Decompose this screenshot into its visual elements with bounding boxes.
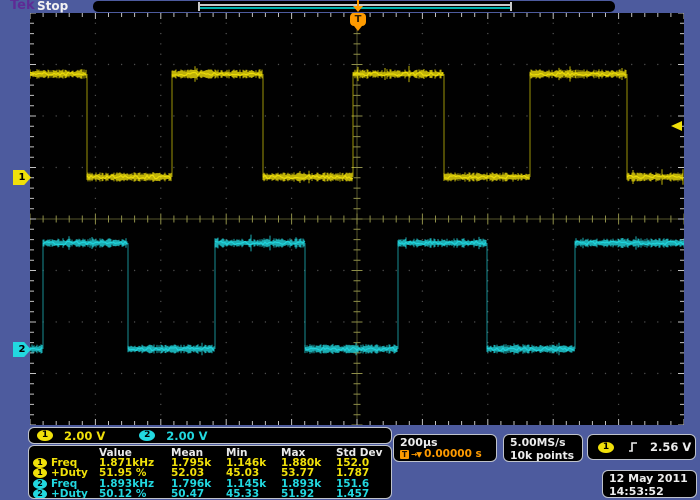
- waveform-svg: [30, 13, 684, 425]
- rising-edge-icon: [628, 441, 638, 453]
- delay-readout: 0.00000 s: [424, 449, 482, 460]
- measure-min: 45.33: [226, 489, 281, 499]
- measure-max: 51.92: [281, 489, 336, 499]
- measure-max: 53.77: [281, 468, 336, 478]
- ch1-badge: 1: [33, 458, 47, 468]
- channel-scale-bar: 1 2.00 V 2 2.00 V: [28, 427, 392, 444]
- acquisition-status: Stop: [37, 0, 68, 13]
- time-readout: 14:53:52: [609, 485, 696, 498]
- tek-logo: Tek: [10, 0, 35, 13]
- oscilloscope-screen: Tek Stop T 1 2 1 2.00 V 2 2.00 V Value M…: [0, 0, 700, 500]
- ch1-scale-readout: 2.00 V: [64, 429, 105, 443]
- trigger-source-badge: 1: [598, 442, 614, 453]
- trigger-flag-tip: [354, 26, 362, 31]
- table-row: 2 +Duty 50.12 % 50.47 45.33 51.92 1.457: [33, 489, 391, 499]
- measure-mean: 52.03: [171, 468, 226, 478]
- trigger-flag-label: T: [355, 14, 362, 25]
- ch1-ground-marker: 1: [13, 170, 31, 185]
- ch2-scale-readout: 2.00 V: [166, 429, 207, 443]
- timebase-box: 200µs T →▼ 0.00000 s: [393, 434, 497, 462]
- ch2-badge: 2: [33, 489, 47, 499]
- ch1-badge: 1: [33, 468, 47, 478]
- trigger-position-arrow-icon: [352, 0, 364, 12]
- graticule: T: [30, 13, 684, 425]
- record-window-bracket-right: [510, 2, 512, 11]
- ch2-badge: 2: [33, 479, 47, 489]
- delay-arrows-icon: →▼: [411, 449, 421, 460]
- ch1-badge: 1: [37, 430, 53, 441]
- trigger-position-flag: T: [350, 13, 366, 26]
- record-window-bracket-left: [198, 2, 200, 11]
- measure-value: 51.95 %: [99, 468, 171, 478]
- measure-min: 45.03: [226, 468, 281, 478]
- trigger-box: 1 2.56 V: [587, 434, 696, 460]
- measure-name: +Duty: [51, 468, 88, 478]
- trigger-level-readout: 2.56 V: [650, 440, 691, 454]
- ch1-marker-label: 1: [19, 172, 26, 183]
- acquisition-box: 5.00MS/s 10k points: [503, 434, 583, 462]
- date-readout: 12 May 2011: [609, 472, 696, 485]
- delay-line: T →▼ 0.00000 s: [400, 449, 496, 460]
- measure-name: +Duty: [51, 489, 88, 499]
- measurement-table: Value Mean Min Max Std Dev 1Freq 1.871kH…: [28, 445, 392, 499]
- measure-stddev: 1.787: [336, 468, 391, 478]
- trigger-delay-icon: T: [400, 450, 409, 459]
- sample-rate-readout: 5.00MS/s: [510, 436, 582, 449]
- measure-stddev: 1.457: [336, 489, 391, 499]
- ch2-badge: 2: [139, 430, 155, 441]
- trigger-level-arrow: [671, 121, 682, 131]
- ch2-ground-marker: 2: [13, 342, 31, 357]
- measure-mean: 50.47: [171, 489, 226, 499]
- datetime-box: 12 May 2011 14:53:52: [602, 470, 697, 498]
- ch2-marker-label: 2: [19, 344, 26, 355]
- measure-value: 50.12 %: [99, 489, 171, 499]
- record-length-readout: 10k points: [510, 449, 582, 462]
